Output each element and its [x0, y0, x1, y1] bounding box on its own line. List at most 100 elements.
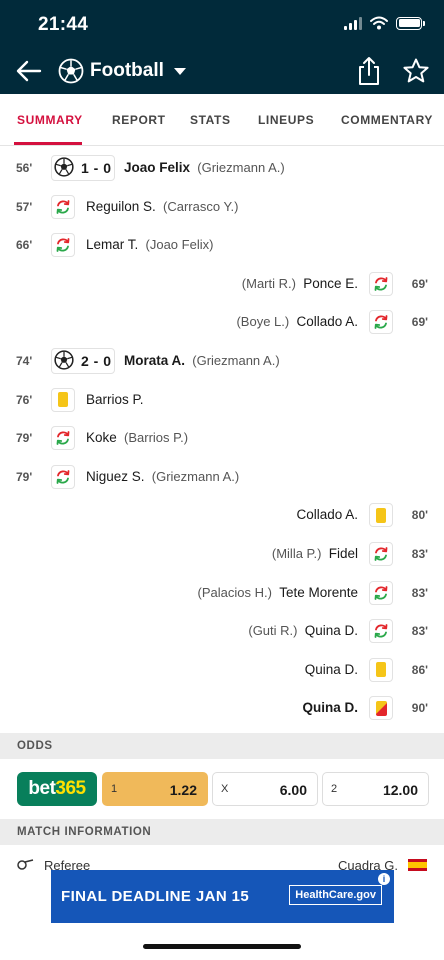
event-assist[interactable]: (Boye L.) — [236, 314, 289, 329]
event-player[interactable]: Fidel — [329, 546, 358, 561]
tab-report[interactable]: REPORT — [112, 113, 166, 127]
odds-home-button[interactable]: 1 1.22 — [102, 772, 208, 806]
event-text: Collado A. — [296, 507, 358, 522]
event-player[interactable]: Ponce E. — [303, 276, 358, 291]
odds-home-key: 1 — [111, 783, 118, 795]
sport-selector-button[interactable]: Football — [90, 60, 186, 82]
event-player[interactable]: Collado A. — [296, 507, 358, 522]
event-player[interactable]: Quina D. — [305, 662, 358, 677]
event-row: 56' 1 - 0 Joao Felix (Griezmann A.) — [0, 150, 444, 188]
event-row: 76' Barrios P. — [0, 382, 444, 420]
event-minute: 80' — [411, 508, 428, 523]
tab-summary[interactable]: SUMMARY — [17, 113, 83, 127]
ad-brand: HealthCare.gov — [289, 885, 382, 905]
active-tab-indicator — [14, 142, 82, 145]
event-player[interactable]: Barrios P. — [86, 392, 144, 407]
substitution-icon — [369, 580, 393, 605]
event-text: (Palacios H.) Tete Morente — [198, 585, 358, 600]
event-text: Quina D. — [302, 700, 358, 715]
event-player[interactable]: Reguilon S. — [86, 199, 156, 214]
event-text: Niguez S. (Griezmann A.) — [86, 469, 239, 484]
event-assist[interactable]: (Carrasco Y.) — [163, 199, 238, 214]
event-minute: 74' — [16, 354, 33, 368]
whistle-icon — [17, 859, 34, 870]
home-indicator[interactable] — [143, 944, 301, 949]
soccer-ball-icon — [54, 156, 74, 180]
odds-away-button[interactable]: 2 12.00 — [322, 772, 429, 806]
event-row: 74' 2 - 0 Morata A. (Griezmann A.) — [0, 343, 444, 381]
event-player[interactable]: Quina D. — [305, 623, 358, 638]
header-title: Football — [90, 60, 164, 81]
event-assist[interactable]: (Griezmann A.) — [192, 353, 279, 368]
event-player[interactable]: Koke — [86, 430, 117, 445]
spain-flag-icon — [408, 859, 427, 871]
soccer-ball-icon — [54, 349, 74, 373]
event-assist[interactable]: (Palacios H.) — [198, 585, 272, 600]
match-info-heading: MATCH INFORMATION — [0, 819, 444, 845]
odds-heading: ODDS — [0, 733, 444, 759]
event-player[interactable]: Tete Morente — [279, 585, 358, 600]
event-row: 79' Koke (Barrios P.) — [0, 420, 444, 458]
favorite-star-icon[interactable] — [402, 57, 430, 85]
tab-commentary[interactable]: COMMENTARY — [341, 113, 433, 127]
event-minute: 76' — [16, 392, 33, 407]
goal-score: 1 - 0 — [81, 160, 112, 176]
event-text: Reguilon S. (Carrasco Y.) — [86, 199, 238, 214]
odds-row: bet 365 1 1.22 X 6.00 2 12.00 — [17, 772, 429, 806]
event-assist[interactable]: (Griezmann A.) — [152, 469, 239, 484]
tab-bar: SUMMARY REPORT STATS LINEUPS COMMENTARY — [0, 94, 444, 146]
event-row: 79' Niguez S. (Griezmann A.) — [0, 459, 444, 497]
yellow-card-icon — [369, 657, 393, 682]
event-assist[interactable]: (Barrios P.) — [124, 430, 188, 445]
event-player[interactable]: Lemar T. — [86, 237, 138, 252]
event-minute: 79' — [16, 469, 33, 484]
event-minute: 69' — [411, 276, 428, 291]
event-row: 66' Lemar T. (Joao Felix) — [0, 227, 444, 265]
tab-lineups[interactable]: LINEUPS — [258, 113, 314, 127]
event-row: 69' (Marti R.) Ponce E. — [0, 266, 444, 304]
event-minute: 79' — [16, 431, 33, 446]
wifi-icon — [370, 16, 388, 30]
goal-score-box: 1 - 0 — [51, 155, 115, 181]
event-assist[interactable]: (Griezmann A.) — [197, 160, 284, 175]
caret-down-icon — [173, 67, 186, 75]
ad-info-icon[interactable]: i — [378, 873, 390, 885]
event-row: 80' Collado A. — [0, 497, 444, 535]
event-assist[interactable]: (Guti R.) — [248, 623, 297, 638]
tab-stats[interactable]: STATS — [190, 113, 231, 127]
event-assist[interactable]: (Milla P.) — [272, 546, 322, 561]
event-player[interactable]: Quina D. — [302, 700, 358, 715]
yellow-card-icon — [51, 387, 75, 412]
event-text: Morata A. (Griezmann A.) — [124, 353, 280, 368]
bookmaker-name-part2: 365 — [55, 778, 86, 799]
yellow-card-icon — [369, 503, 393, 528]
back-arrow-icon[interactable] — [14, 56, 44, 86]
event-assist[interactable]: (Marti R.) — [242, 276, 296, 291]
event-minute: 90' — [411, 701, 428, 716]
event-text: Barrios P. — [86, 392, 144, 407]
share-icon[interactable] — [356, 56, 382, 86]
event-player[interactable]: Morata A. — [124, 353, 185, 368]
substitution-icon — [369, 542, 393, 566]
bookmaker-logo[interactable]: bet 365 — [17, 772, 97, 806]
odds-draw-button[interactable]: X 6.00 — [212, 772, 318, 806]
event-minute: 57' — [16, 199, 33, 214]
substitution-icon — [51, 194, 75, 219]
event-player[interactable]: Collado A. — [296, 314, 358, 329]
substitution-icon — [369, 619, 393, 644]
battery-icon — [396, 16, 425, 30]
event-row: 57' Reguilon S. (Carrasco Y.) — [0, 189, 444, 227]
event-minute: 86' — [411, 662, 428, 677]
goal-score: 2 - 0 — [81, 353, 112, 369]
event-player[interactable]: Joao Felix — [124, 160, 190, 175]
event-player[interactable]: Niguez S. — [86, 469, 145, 484]
event-assist[interactable]: (Joao Felix) — [146, 237, 214, 252]
event-row: 90' Quina D. — [0, 690, 444, 728]
event-text: (Guti R.) Quina D. — [248, 623, 358, 638]
advertisement-banner[interactable]: FINAL DEADLINE JAN 15 HealthCare.gov i — [51, 870, 394, 923]
odds-away-key: 2 — [331, 783, 338, 795]
event-minute: 83' — [411, 585, 428, 600]
event-text: Joao Felix (Griezmann A.) — [124, 160, 285, 175]
event-row: 69' (Boye L.) Collado A. — [0, 304, 444, 342]
substitution-icon — [369, 310, 393, 335]
